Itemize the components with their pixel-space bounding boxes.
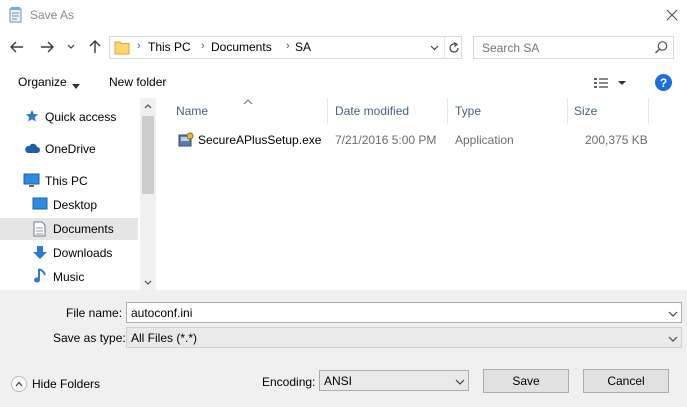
view-options-button[interactable] (592, 74, 630, 92)
column-header-size[interactable]: Size (574, 104, 597, 118)
recent-locations-button[interactable] (64, 38, 78, 56)
column-header-type[interactable]: Type (455, 104, 481, 118)
nav-scrollbar[interactable] (140, 98, 156, 290)
up-folder-button[interactable] (84, 36, 106, 58)
filename-label: File name: (66, 306, 123, 320)
nav-item-downloads[interactable]: Downloads (0, 242, 138, 264)
address-history-button[interactable] (426, 37, 442, 58)
column-header-date[interactable]: Date modified (335, 104, 409, 118)
scroll-down-button[interactable] (140, 274, 156, 290)
music-note-icon (33, 268, 49, 284)
back-button[interactable] (6, 36, 28, 58)
scroll-up-button[interactable] (140, 98, 156, 114)
breadcrumb-documents[interactable]: Documents (211, 40, 272, 54)
arrow-right-icon (41, 41, 54, 53)
breadcrumb-this-pc[interactable]: This PC (148, 40, 191, 54)
new-folder-button[interactable]: New folder (109, 75, 166, 89)
refresh-button[interactable] (444, 37, 462, 58)
computer-icon (23, 173, 40, 189)
navigation-pane: Quick access OneDrive This PC Desktop Do… (0, 98, 156, 290)
search-icon (654, 40, 669, 55)
sort-ascending-icon (243, 95, 253, 105)
file-size-cell: 200,375 KB (585, 133, 648, 147)
nav-item-onedrive[interactable]: OneDrive (0, 138, 138, 160)
nav-item-this-pc[interactable]: This PC (0, 170, 138, 192)
forward-button[interactable] (36, 36, 58, 58)
chevron-down-icon (67, 44, 75, 49)
column-header-name[interactable]: Name (176, 104, 208, 118)
chevron-right-icon: › (286, 40, 290, 52)
file-date-cell: 7/21/2016 5:00 PM (335, 133, 437, 147)
nav-item-label: Desktop (53, 198, 98, 212)
desktop-icon (32, 197, 48, 213)
help-icon: ? (659, 75, 668, 90)
column-divider[interactable] (648, 98, 649, 124)
chevron-down-icon (430, 45, 438, 50)
column-divider[interactable] (447, 98, 448, 124)
breadcrumb-sa[interactable]: SA (295, 40, 311, 54)
chevron-down-icon (668, 333, 678, 343)
details-view-icon (594, 78, 626, 88)
hide-folders-label: Hide Folders (32, 377, 101, 391)
chevron-down-icon (455, 376, 465, 386)
encoding-label: Encoding: (262, 375, 316, 389)
window-title: Save As (30, 8, 75, 22)
help-button[interactable]: ? (655, 74, 672, 91)
chevron-right-icon: › (201, 40, 205, 52)
nav-item-label: Quick access (45, 110, 117, 124)
chevron-down-icon (144, 280, 152, 285)
search-box[interactable] (473, 36, 674, 59)
chevron-up-icon (144, 103, 152, 108)
nav-item-label: Music (53, 270, 85, 284)
close-button[interactable] (660, 4, 684, 26)
notepad-icon (9, 7, 23, 23)
nav-item-label: Downloads (53, 246, 113, 260)
title-bar: Save As (0, 0, 687, 30)
save-type-value: All Files (*.*) (131, 331, 198, 345)
encoding-select[interactable]: ANSI (319, 370, 469, 391)
save-options-panel: File name: autoconf.ini Save as type: Al… (0, 290, 687, 407)
save-type-label: Save as type: (53, 331, 126, 345)
scrollbar-thumb[interactable] (142, 116, 154, 194)
close-icon (666, 9, 678, 21)
save-button[interactable]: Save (483, 369, 569, 393)
address-bar[interactable]: › This PC › Documents › SA (109, 36, 462, 59)
cancel-button[interactable]: Cancel (583, 369, 669, 393)
download-arrow-icon (32, 245, 48, 261)
star-icon (25, 109, 41, 125)
arrow-left-icon (10, 41, 23, 53)
save-type-select[interactable]: All Files (*.*) (126, 327, 682, 348)
nav-item-quick-access[interactable]: Quick access (0, 106, 138, 128)
document-icon (33, 221, 49, 237)
encoding-value: ANSI (324, 374, 353, 388)
caret-down-icon (72, 78, 80, 92)
arrow-up-icon (89, 40, 101, 53)
chevron-up-icon (11, 376, 27, 392)
column-divider[interactable] (327, 98, 328, 124)
file-name-cell[interactable]: SecureAPlusSetup.exe (198, 133, 321, 147)
command-bar: Organize New folder ? (0, 66, 687, 98)
nav-item-label: Documents (53, 222, 114, 236)
organize-button[interactable]: Organize (18, 75, 67, 89)
nav-item-label: OneDrive (45, 142, 96, 156)
nav-item-desktop[interactable]: Desktop (0, 194, 138, 216)
chevron-down-icon[interactable] (668, 308, 678, 318)
folder-icon (114, 40, 130, 55)
filename-combobox[interactable]: autoconf.ini (126, 302, 682, 323)
filename-field[interactable]: autoconf.ini (131, 306, 192, 320)
file-list: Name Date modified Type Size SecureAPlus… (157, 98, 687, 290)
search-input[interactable] (482, 40, 652, 55)
nav-item-documents[interactable]: Documents (0, 218, 138, 240)
installer-icon (178, 132, 194, 148)
nav-item-label: This PC (45, 174, 88, 188)
file-type-cell: Application (455, 133, 514, 147)
nav-item-music[interactable]: Music (0, 266, 138, 288)
cloud-icon (24, 142, 40, 158)
chevron-right-icon: › (137, 40, 141, 52)
column-divider[interactable] (567, 98, 568, 124)
refresh-icon (448, 41, 459, 53)
